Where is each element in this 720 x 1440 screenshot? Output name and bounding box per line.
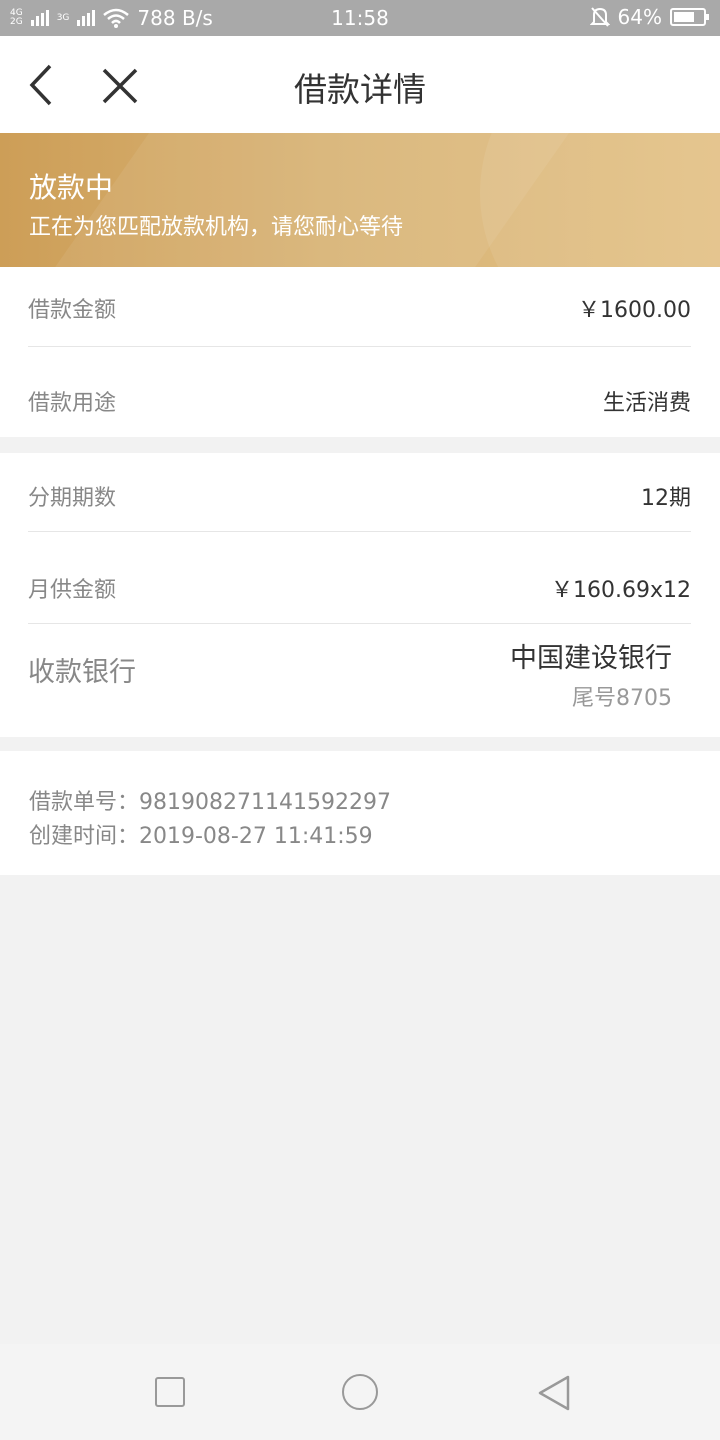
installment-card: 分期期数 12期 月供金额 ￥160.69x12 收款银行 中国建设银行 尾号8… (0, 453, 720, 737)
circle-icon[interactable] (342, 1374, 378, 1410)
battery-icon (670, 8, 709, 26)
system-navigation-bar (0, 1344, 720, 1440)
installment-periods-row: 分期期数 12期 (28, 453, 691, 532)
monthly-payment-label: 月供金额 (28, 578, 117, 603)
triangle-back-icon[interactable] (536, 1374, 572, 1412)
installment-periods-value: 12期 (641, 486, 691, 511)
monthly-payment-row: 月供金额 ￥160.69x12 (28, 532, 691, 624)
loan-amount-label: 借款金额 (28, 298, 117, 323)
loan-card: 借款金额 ￥1600.00 借款用途 生活消费 (0, 267, 720, 437)
banner-decoration-circle (480, 133, 720, 267)
loan-amount-value: ￥1600.00 (578, 298, 691, 323)
receiving-bank-row: 收款银行 中国建设银行 尾号8705 (0, 624, 720, 737)
header: 借款详情 (0, 36, 720, 133)
status-bar: 4G 2G 3G 788 B/s 11:58 64% (0, 0, 720, 36)
battery-percent: 64% (617, 5, 662, 29)
installment-periods-label: 分期期数 (28, 486, 117, 511)
loan-purpose-value: 生活消费 (602, 391, 691, 416)
receiving-bank-label: 收款银行 (28, 657, 136, 688)
loan-amount-row: 借款金额 ￥1600.00 (28, 267, 691, 347)
order-info-card: 借款单号：981908271141592297 创建时间：2019-08-27 … (0, 751, 720, 875)
bell-muted-icon (589, 7, 610, 27)
square-icon[interactable] (155, 1377, 185, 1407)
loan-status: 放款中 (29, 171, 114, 204)
status-right: 64% (589, 5, 709, 29)
receiving-bank-tail-number: 尾号8705 (572, 686, 672, 711)
loan-purpose-label: 借款用途 (28, 391, 117, 416)
status-banner: 放款中 正在为您匹配放款机构，请您耐心等待 (0, 133, 720, 267)
loan-purpose-row: 借款用途 生活消费 (28, 347, 691, 437)
page-title: 借款详情 (294, 70, 426, 109)
loan-created-time: 创建时间：2019-08-27 11:41:59 (29, 824, 373, 849)
loan-status-description: 正在为您匹配放款机构，请您耐心等待 (29, 215, 404, 240)
receiving-bank-name: 中国建设银行 (510, 643, 672, 674)
monthly-payment-value: ￥160.69x12 (551, 578, 691, 603)
loan-order-number: 借款单号：981908271141592297 (29, 790, 391, 815)
